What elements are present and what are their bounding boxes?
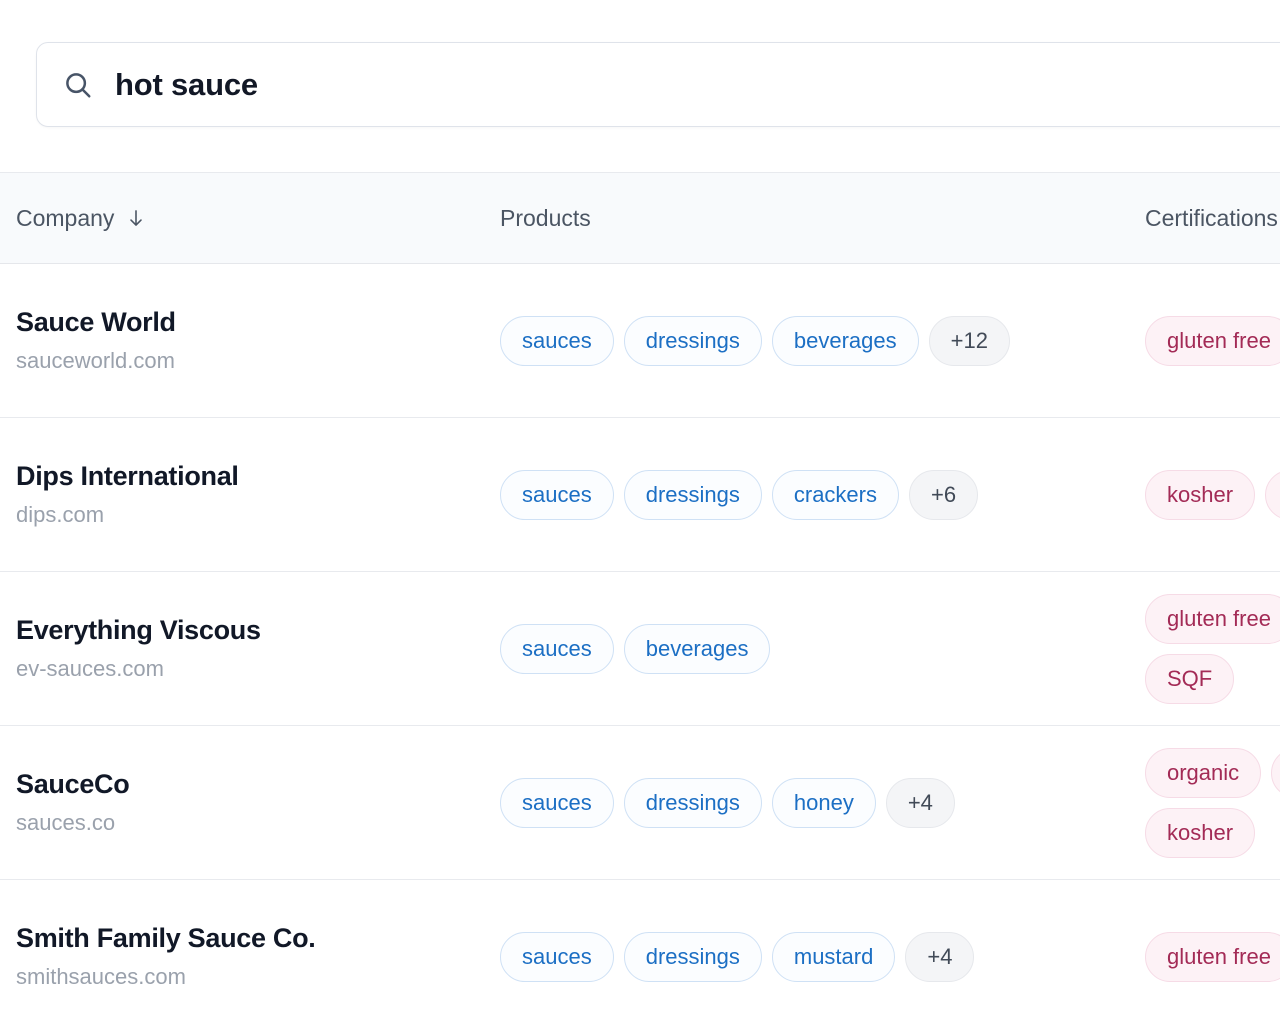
company-name: Smith Family Sauce Co. [16,923,316,954]
product-tag[interactable]: dressings [623,469,762,520]
company-name: Dips International [16,461,239,492]
search-input[interactable]: hot sauce [36,42,1280,127]
table-body: Sauce World sauceworld.com sauces dressings… [0,264,1280,1024]
arrow-down-icon [130,210,143,226]
certification-tag[interactable]: gluten free [1145,931,1280,982]
product-tag-overflow[interactable]: +4 [885,777,955,828]
company-name: SauceCo [16,769,130,800]
certifications-cell: organic USDA kosher [1145,726,1280,880]
product-tag-overflow[interactable]: +6 [909,469,979,520]
product-tag-overflow[interactable]: +12 [928,315,1010,366]
product-tag[interactable]: dressings [623,315,762,366]
products-cell: sauces beverages [500,623,1145,674]
table-row[interactable]: Sauce World sauceworld.com sauces dressings… [0,264,1280,418]
product-tag[interactable]: crackers [771,469,899,520]
certifications-cell: gluten freeUSDA [1145,880,1280,1024]
product-tag[interactable]: dressings [623,931,762,982]
product-tag[interactable]: dressings [623,777,762,828]
certification-tag[interactable]: kosher [1145,807,1256,858]
certification-tag-list: organic USDA kosher [1145,747,1280,858]
company-name: Everything Viscous [16,615,261,646]
column-header-company[interactable]: Company [0,205,500,232]
table-header-row: Company Products Certifications [0,172,1280,264]
company-domain: sauces.co [16,809,116,835]
certification-tag-list: gluten freeUSDA [1145,931,1280,982]
company-cell: Everything Viscous ev-sauces.com [0,615,500,681]
column-header-company-label: Company [16,204,115,231]
table-row[interactable]: SauceCo sauces.co sauces dressings honey +4 or… [0,726,1280,880]
company-domain: ev-sauces.com [16,655,164,681]
company-cell: Sauce World sauceworld.com [0,307,500,373]
certification-tag[interactable]: organic [1265,469,1280,520]
certifications-cell: gluten freeSQF [1145,264,1280,418]
product-tag-list: sauces dressings crackers +6 [500,469,1145,520]
product-tag-list: sauces dressings mustard +4 [500,931,1145,982]
table-row[interactable]: Everything Viscous ev-sauces.com sauces bev… [0,572,1280,726]
table-row[interactable]: Dips International dips.com sauces dressing… [0,418,1280,572]
certification-tag-list: gluten freekosherSQF [1145,593,1280,704]
certification-tag[interactable]: gluten free [1145,593,1280,644]
product-tag[interactable]: mustard [771,931,896,982]
company-domain: sauceworld.com [16,347,175,373]
certification-tag-list: kosher organic [1145,469,1280,520]
product-tag-list: sauces beverages [500,623,1145,674]
product-tag-list: sauces dressings beverages +12 [500,315,1145,366]
products-cell: sauces dressings honey +4 [500,777,1145,828]
company-cell: Smith Family Sauce Co. smithsauces.com [0,923,500,989]
search-icon [66,72,91,97]
company-domain: dips.com [16,501,105,527]
product-tag[interactable]: sauces [500,469,614,520]
certifications-cell: kosher organic [1145,418,1280,572]
company-name: Sauce World [16,307,176,338]
product-tag[interactable]: sauces [500,623,614,674]
products-cell: sauces dressings crackers +6 [500,469,1145,520]
column-header-certifications-label: Certifications [1145,204,1278,231]
product-tag[interactable]: sauces [500,315,614,366]
table-row[interactable]: Smith Family Sauce Co. smithsauces.com sau… [0,880,1280,1024]
products-cell: sauces dressings beverages +12 [500,315,1145,366]
certification-tag[interactable]: gluten free [1145,315,1280,366]
certification-tag[interactable]: SQF [1145,653,1235,704]
product-tag-overflow[interactable]: +4 [905,931,975,982]
certification-tag[interactable]: USDA [1271,747,1280,798]
column-header-products[interactable]: Products [500,205,1145,232]
product-tag[interactable]: beverages [623,623,771,674]
company-cell: SauceCo sauces.co [0,769,500,835]
company-cell: Dips International dips.com [0,461,500,527]
certification-tag[interactable]: organic [1145,747,1262,798]
company-domain: smithsauces.com [16,963,186,989]
search-region: hot sauce [0,0,1280,172]
products-cell: sauces dressings mustard +4 [500,931,1145,982]
product-tag[interactable]: sauces [500,931,614,982]
product-tag[interactable]: sauces [500,777,614,828]
certifications-cell: gluten freekosherSQF [1145,572,1280,726]
certification-tag[interactable]: kosher [1145,469,1256,520]
results-table: Company Products Certifications Sauce Wo… [0,172,1280,1024]
column-header-products-label: Products [500,204,591,231]
product-tag[interactable]: honey [771,777,876,828]
product-tag[interactable]: beverages [771,315,919,366]
product-tag-list: sauces dressings honey +4 [500,777,1145,828]
column-header-certifications[interactable]: Certifications [1145,205,1280,232]
search-input-value: hot sauce [115,67,258,102]
certification-tag-list: gluten freeSQF [1145,315,1280,366]
